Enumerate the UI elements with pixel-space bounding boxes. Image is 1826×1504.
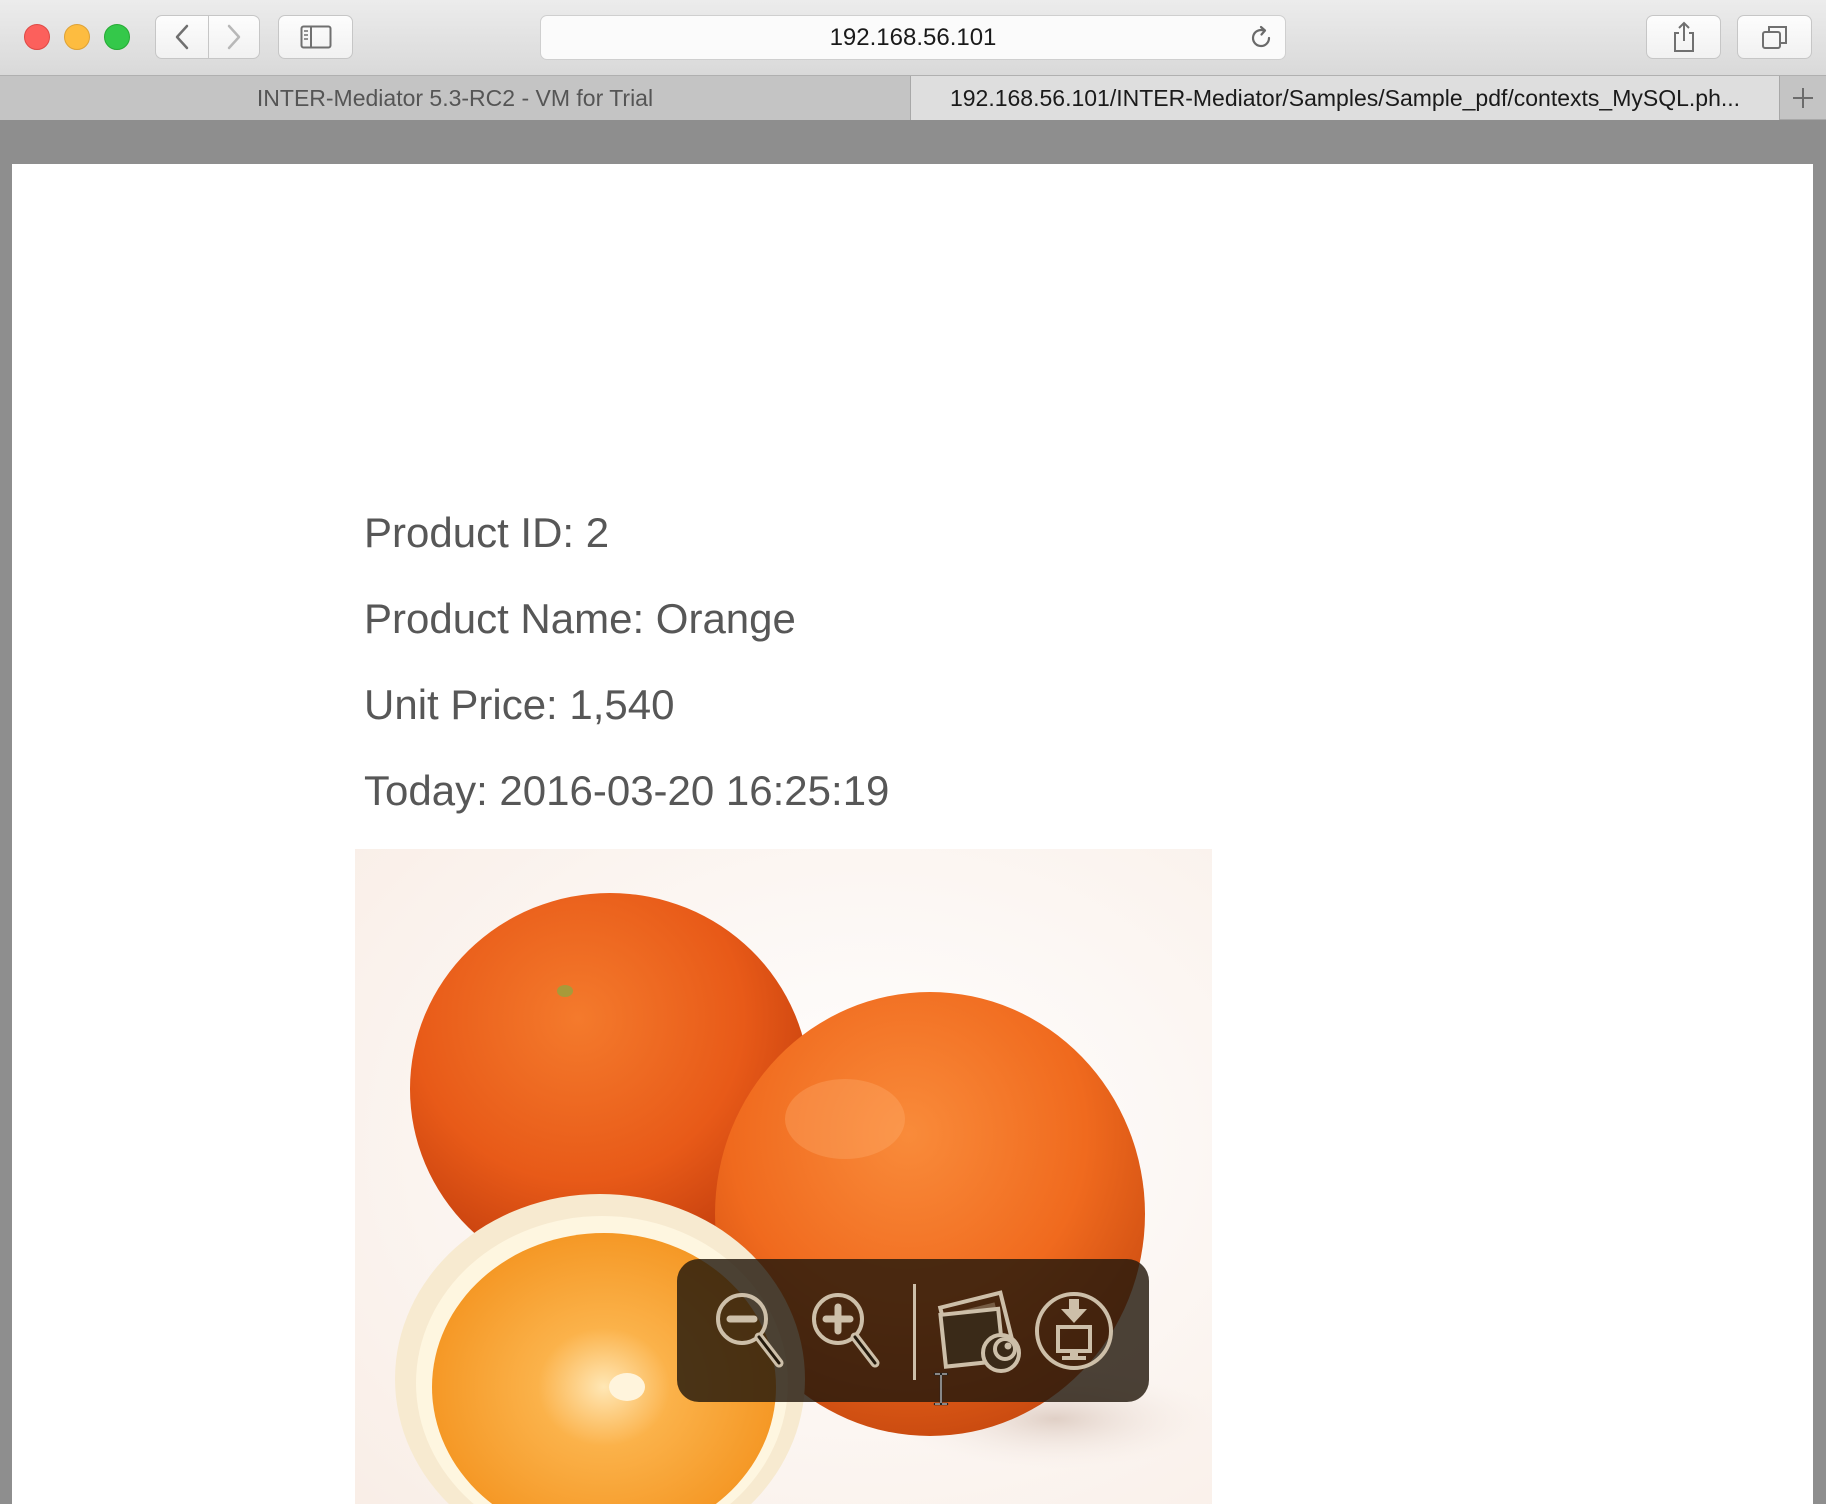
open-in-preview-icon	[937, 1290, 1021, 1373]
download-button[interactable]	[1032, 1281, 1124, 1381]
pdf-preview-controls	[677, 1259, 1149, 1402]
back-button[interactable]	[155, 15, 209, 59]
unit-price-text: Unit Price: 1,540	[364, 681, 675, 728]
chevron-left-icon	[175, 24, 189, 50]
plus-icon	[1793, 88, 1813, 108]
sidebar-icon	[300, 25, 331, 49]
tab-pdf-sample[interactable]: 192.168.56.101/INTER-Mediator/Samples/Sa…	[911, 76, 1779, 120]
zoom-in-button[interactable]	[803, 1281, 895, 1381]
open-in-preview-button[interactable]	[935, 1281, 1027, 1381]
address-bar[interactable]: 192.168.56.101	[540, 15, 1286, 60]
download-icon	[1035, 1292, 1113, 1370]
text-cursor-icon	[933, 1372, 949, 1406]
forward-button[interactable]	[208, 15, 260, 59]
product-name-text: Product Name: Orange	[364, 595, 796, 642]
new-tab-button[interactable]	[1779, 76, 1826, 120]
controls-divider	[913, 1284, 916, 1380]
tab-inter-mediator[interactable]: INTER-Mediator 5.3-RC2 - VM for Trial	[0, 76, 911, 120]
zoom-in-icon	[812, 1293, 880, 1368]
address-text: 192.168.56.101	[829, 23, 997, 51]
maximize-window-button[interactable]	[104, 24, 130, 50]
browser-toolbar: 192.168.56.101	[0, 0, 1826, 75]
product-photo	[355, 849, 1212, 1504]
zoom-out-button[interactable]	[707, 1281, 799, 1381]
sidebar-toggle-button[interactable]	[278, 15, 353, 59]
tab-title: 192.168.56.101/INTER-Mediator/Samples/Sa…	[949, 84, 1741, 111]
share-icon	[1673, 21, 1694, 52]
share-button[interactable]	[1646, 15, 1721, 59]
chevron-right-icon	[227, 24, 241, 50]
zoom-out-icon	[716, 1293, 784, 1368]
tab-title: INTER-Mediator 5.3-RC2 - VM for Trial	[256, 84, 654, 111]
minimize-window-button[interactable]	[64, 24, 90, 50]
reload-icon[interactable]	[1247, 24, 1275, 52]
product-id-text: Product ID: 2	[364, 509, 610, 556]
tabs-overview-icon	[1761, 26, 1787, 49]
close-window-button[interactable]	[24, 24, 50, 50]
today-text: Today: 2016-03-20 16:25:19	[364, 767, 890, 814]
show-all-tabs-button[interactable]	[1737, 15, 1812, 59]
tab-bar: INTER-Mediator 5.3-RC2 - VM for Trial 19…	[0, 75, 1826, 120]
